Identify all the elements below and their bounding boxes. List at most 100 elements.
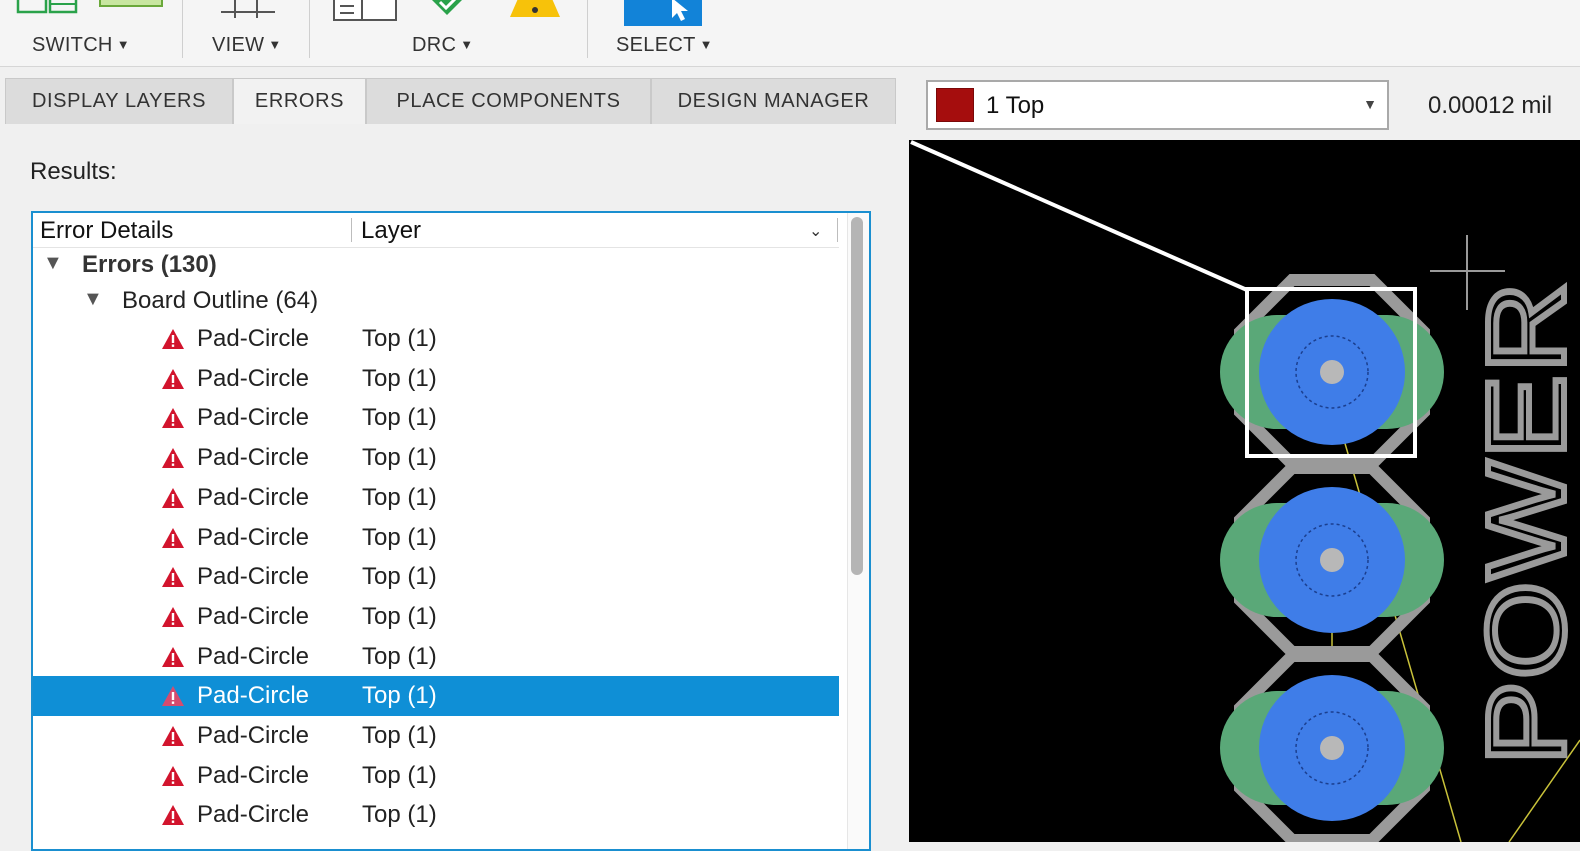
error-name: Pad-Circle	[197, 801, 310, 829]
layer-dropdown-value: 1 Top	[986, 92, 1045, 119]
tree-node-label: Errors (130)	[82, 251, 217, 278]
error-layer: Top (1)	[362, 483, 437, 511]
tree-node-board-outline[interactable]: ▼ Board Outline (64)	[33, 281, 839, 321]
toolbar: SWITCH ▼ VIEW ▼ DRC ▼ SELECT ▼	[0, 0, 1580, 67]
select-group: SELECT ▼	[588, 0, 748, 66]
chevron-down-icon: ▼	[460, 37, 474, 52]
error-warning-icon	[162, 567, 184, 588]
results-tree[interactable]: Error Details Layer ⌄ ▼ Errors (130) ▼ B…	[31, 211, 871, 851]
error-row[interactable]: Pad-Circle Top (1)	[33, 518, 839, 558]
drill-hole	[1320, 736, 1344, 760]
tab-place-components[interactable]: PLACE COMPONENTS	[366, 78, 651, 124]
error-warning-icon	[162, 805, 184, 826]
error-warning-icon	[162, 408, 184, 429]
switch-group: SWITCH ▼	[0, 0, 182, 66]
column-header-layer[interactable]: Layer	[361, 217, 421, 245]
drc-group: DRC ▼	[310, 0, 587, 66]
error-warning-icon	[162, 606, 184, 627]
error-row[interactable]: Pad-Circle Top (1)	[33, 597, 839, 637]
chevron-down-icon: ▼	[699, 37, 713, 52]
column-divider[interactable]	[351, 218, 352, 242]
through-hole-pad[interactable]	[1220, 650, 1444, 846]
layer-color-swatch	[936, 88, 974, 122]
error-name: Pad-Circle	[197, 404, 310, 432]
error-name: Pad-Circle	[197, 444, 310, 472]
board-drawing[interactable]: POWER	[909, 140, 1580, 846]
error-layer: Top (1)	[362, 563, 437, 591]
error-row[interactable]: Pad-Circle Top (1)	[33, 319, 839, 359]
error-name: Pad-Circle	[197, 483, 310, 511]
view-group: VIEW ▼	[183, 0, 309, 66]
error-name: Pad-Circle	[197, 563, 310, 591]
rules-icon[interactable]	[332, 0, 398, 22]
results-label: Results:	[30, 158, 117, 185]
error-layer: Top (1)	[362, 404, 437, 432]
error-warning-icon	[162, 368, 184, 389]
error-warning-icon	[162, 686, 184, 707]
tree-node-errors[interactable]: ▼ Errors (130)	[33, 245, 839, 285]
switch-menu[interactable]: SWITCH ▼	[32, 34, 130, 57]
error-row[interactable]: Pad-Circle Top (1)	[33, 676, 839, 717]
error-layer: Top (1)	[362, 801, 437, 829]
error-row[interactable]: Pad-Circle Top (1)	[33, 637, 839, 677]
error-name: Pad-Circle	[197, 325, 310, 352]
error-layer: Top (1)	[362, 761, 437, 789]
error-warning-icon	[162, 527, 184, 548]
error-warning-icon	[162, 765, 184, 786]
through-hole-pad[interactable]	[1220, 462, 1444, 658]
chevron-down-icon[interactable]: ⌄	[809, 221, 822, 241]
error-highlight-line	[910, 140, 1248, 292]
error-row[interactable]: Pad-Circle Top (1)	[33, 756, 839, 796]
board-canvas[interactable]: POWER	[909, 140, 1580, 846]
error-name: Pad-Circle	[197, 602, 310, 630]
column-divider[interactable]	[837, 218, 838, 242]
drill-hole	[1320, 360, 1344, 384]
drill-hole	[1320, 548, 1344, 572]
chevron-down-icon: ▼	[1363, 96, 1377, 112]
view-menu[interactable]: VIEW ▼	[212, 34, 282, 57]
error-warning-icon	[162, 487, 184, 508]
error-row[interactable]: Pad-Circle Top (1)	[33, 716, 839, 756]
error-name: Pad-Circle	[197, 761, 310, 789]
expand-triangle-icon[interactable]: ▼	[83, 288, 103, 311]
error-warning-icon	[162, 329, 184, 349]
error-layer: Top (1)	[362, 523, 437, 551]
chevron-down-icon: ▼	[116, 37, 130, 52]
grid-icon[interactable]	[217, 0, 279, 20]
drc-check-icon[interactable]	[430, 0, 464, 16]
tree-node-label: Board Outline (64)	[122, 287, 319, 314]
error-row[interactable]: Pad-Circle Top (1)	[33, 398, 839, 438]
through-hole-pad[interactable]	[1220, 274, 1444, 470]
table-header: Error Details Layer ⌄	[33, 213, 839, 248]
error-warning-icon	[162, 646, 184, 667]
tab-design-manager[interactable]: DESIGN MANAGER	[651, 78, 896, 124]
error-layer: Top (1)	[362, 602, 437, 630]
error-layer: Top (1)	[362, 325, 437, 352]
error-layer: Top (1)	[362, 364, 437, 392]
tab-display-layers[interactable]: DISPLAY LAYERS	[5, 78, 233, 124]
warning-icon[interactable]	[506, 0, 564, 18]
vertical-scrollbar[interactable]	[847, 213, 869, 849]
scrollbar-thumb[interactable]	[851, 217, 863, 575]
layer-dropdown[interactable]: 1 Top ▼	[926, 80, 1389, 130]
error-row[interactable]: Pad-Circle Top (1)	[33, 359, 839, 399]
error-row[interactable]: Pad-Circle Top (1)	[33, 557, 839, 597]
board-switch-icon[interactable]	[98, 0, 164, 10]
error-warning-icon	[162, 448, 184, 469]
drc-menu[interactable]: DRC ▼	[412, 34, 473, 57]
error-row[interactable]: Pad-Circle Top (1)	[33, 795, 839, 835]
error-row[interactable]: Pad-Circle Top (1)	[33, 478, 839, 518]
panel-tabs: DISPLAY LAYERS ERRORS PLACE COMPONENTS D…	[0, 66, 910, 128]
select-menu[interactable]: SELECT ▼	[616, 34, 713, 57]
select-cursor-icon[interactable]	[624, 0, 702, 26]
column-header-error-details[interactable]: Error Details	[40, 217, 173, 245]
error-layer: Top (1)	[362, 642, 437, 670]
expand-triangle-icon[interactable]: ▼	[43, 252, 63, 275]
error-row[interactable]: Pad-Circle Top (1)	[33, 438, 839, 478]
error-name: Pad-Circle	[197, 523, 310, 551]
error-name: Pad-Circle	[197, 722, 310, 749]
schematic-switch-icon[interactable]	[16, 0, 78, 16]
pad-column	[1220, 274, 1444, 846]
chevron-down-icon: ▼	[268, 37, 282, 52]
tab-errors[interactable]: ERRORS	[233, 78, 366, 124]
